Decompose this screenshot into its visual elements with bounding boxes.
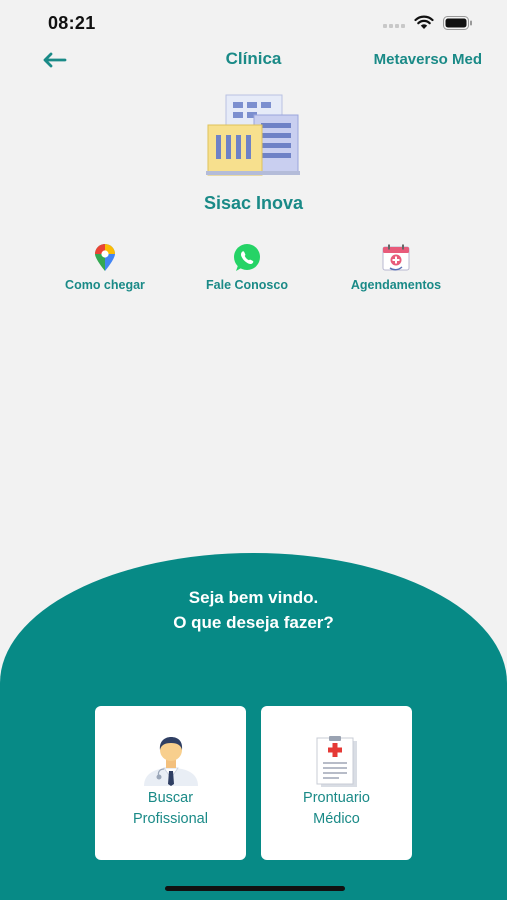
google-maps-pin-icon — [95, 244, 115, 271]
buscar-profissional-line-1: Buscar — [147, 790, 194, 806]
welcome-line-2: O que deseja fazer? — [173, 613, 334, 632]
prontuario-medico-line-2: Médico — [313, 811, 360, 827]
como-chegar-label: Como chegar — [65, 278, 145, 292]
prontuario-medico-line-1: Prontuario — [303, 790, 370, 806]
medical-calendar-icon — [382, 244, 410, 271]
cellular-signal-icon — [383, 23, 405, 28]
status-bar: 08:21 — [0, 0, 507, 46]
welcome-message: Seja bem vindo. O que deseja fazer? — [0, 585, 507, 635]
fale-conosco-label: Fale Conosco — [206, 278, 288, 292]
fale-conosco-button[interactable]: Fale Conosco — [187, 244, 307, 292]
building-icon — [206, 93, 302, 182]
prontuario-medico-label: Prontuario Médico — [261, 788, 412, 830]
battery-icon — [443, 15, 472, 30]
status-icons — [383, 15, 473, 30]
status-time: 08:21 — [48, 13, 96, 33]
nav-bar: Clínica Metaverso Med — [0, 44, 507, 76]
buscar-profissional-label: Buscar Profissional — [95, 788, 246, 830]
buscar-profissional-line-2: Profissional — [133, 811, 208, 827]
medical-record-icon — [316, 736, 357, 787]
buscar-profissional-card[interactable]: Buscar Profissional — [95, 706, 246, 860]
wifi-icon — [414, 15, 434, 29]
home-indicator[interactable] — [165, 886, 345, 891]
agendamentos-button[interactable]: Agendamentos — [336, 244, 456, 292]
clinic-name: Sisac Inova — [203, 193, 304, 213]
como-chegar-button[interactable]: Como chegar — [45, 244, 165, 292]
agendamentos-label: Agendamentos — [350, 278, 442, 292]
whatsapp-icon — [234, 244, 260, 271]
metaverso-med-link[interactable]: Metaverso Med — [374, 51, 482, 68]
doctor-icon — [143, 737, 198, 786]
prontuario-medico-card[interactable]: Prontuario Médico — [261, 706, 412, 860]
welcome-line-1: Seja bem vindo. — [188, 588, 319, 607]
